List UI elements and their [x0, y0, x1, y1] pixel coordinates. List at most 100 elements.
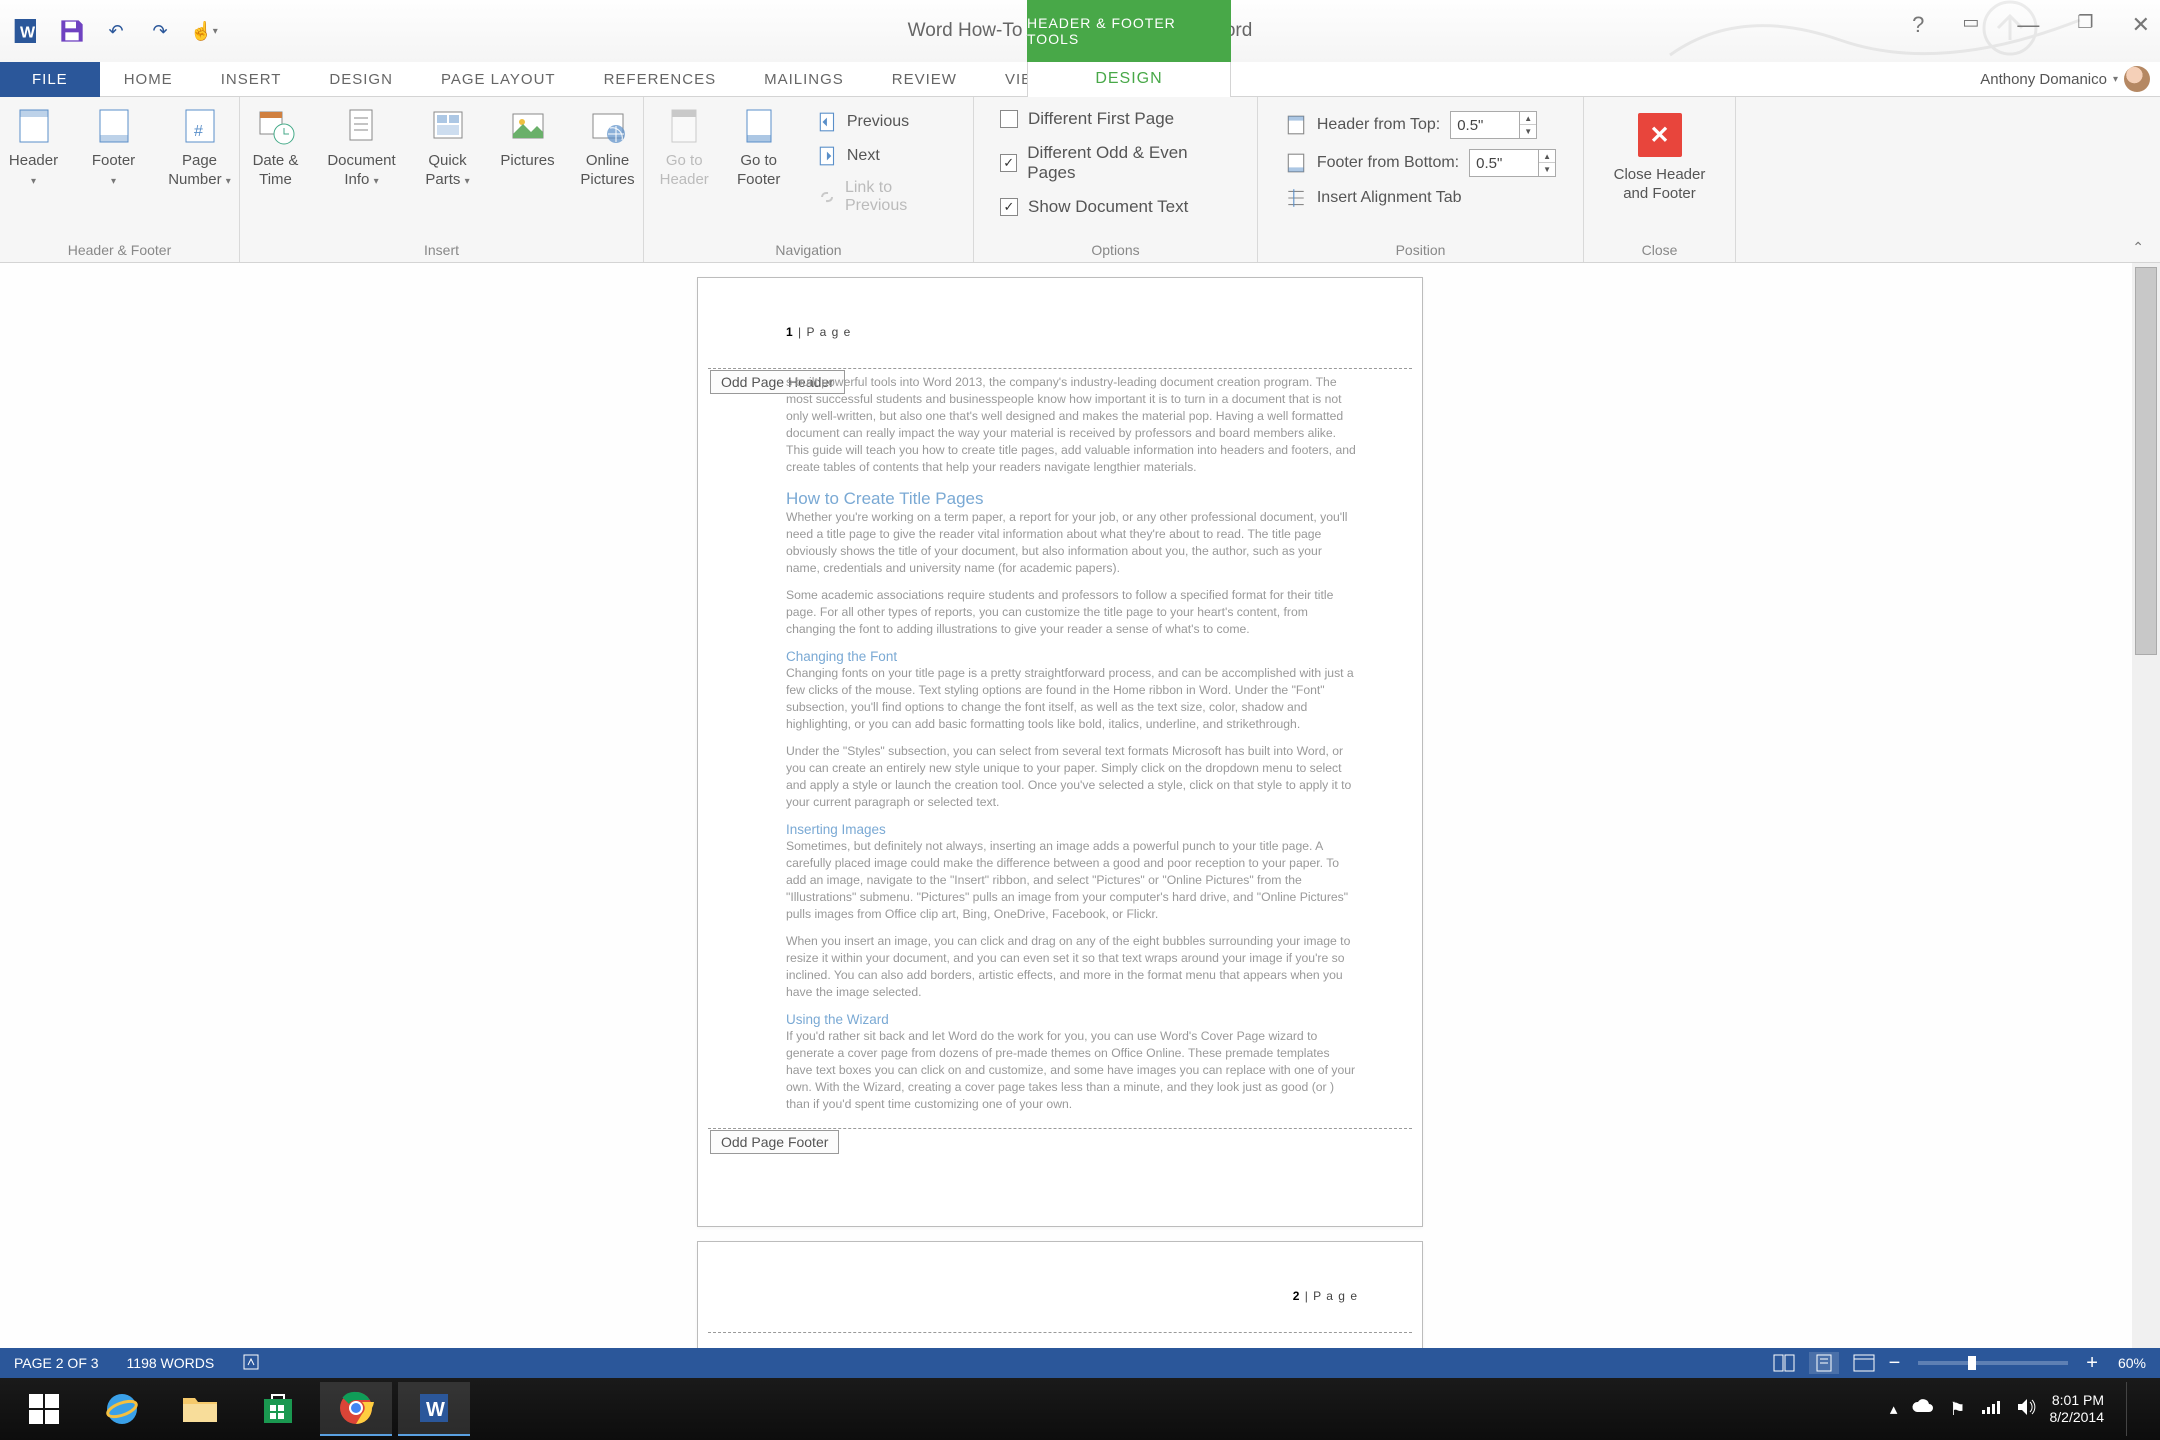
- scrollbar-thumb[interactable]: [2135, 267, 2157, 655]
- header-from-top-input[interactable]: ▲▼: [1450, 111, 1537, 139]
- group-label-close: Close: [1642, 242, 1678, 258]
- different-first-page-checkbox[interactable]: Different First Page: [1000, 109, 1231, 129]
- spin-down-icon[interactable]: ▼: [1520, 125, 1536, 138]
- chrome-icon[interactable]: [320, 1382, 392, 1436]
- tray-up-icon[interactable]: ▴: [1890, 1400, 1898, 1418]
- file-explorer-icon[interactable]: [164, 1382, 236, 1436]
- ie-icon[interactable]: [86, 1382, 158, 1436]
- alignment-tab-icon: [1285, 187, 1307, 209]
- quick-parts-button[interactable]: Quick Parts ▾: [413, 103, 483, 191]
- spin-down-icon[interactable]: ▼: [1539, 163, 1555, 176]
- touch-mode-icon[interactable]: ☝▾: [188, 15, 220, 47]
- group-label-header-footer: Header & Footer: [68, 242, 172, 258]
- svg-text:#: #: [194, 123, 203, 140]
- page-status[interactable]: PAGE 2 OF 3: [14, 1355, 99, 1371]
- user-name: Anthony Domanico: [1980, 71, 2107, 88]
- print-layout-icon[interactable]: [1809, 1352, 1839, 1374]
- document-body: s built powerful tools into Word 2013, t…: [786, 374, 1358, 1123]
- footer-from-bottom-label: Footer from Bottom:: [1317, 154, 1459, 172]
- tab-design[interactable]: DESIGN: [305, 62, 417, 97]
- next-button[interactable]: Next: [815, 141, 951, 171]
- status-bar: PAGE 2 OF 3 1198 WORDS − + 60%: [0, 1348, 2160, 1378]
- close-icon[interactable]: ✕: [2132, 12, 2150, 38]
- document-page-1[interactable]: 1 | P a g e Odd Page Header s built powe…: [697, 277, 1423, 1227]
- read-mode-icon[interactable]: [1769, 1352, 1799, 1374]
- header-button[interactable]: Header▾: [0, 103, 69, 191]
- show-desktop-button[interactable]: [2126, 1382, 2138, 1436]
- zoom-level[interactable]: 60%: [2118, 1355, 2146, 1371]
- macro-icon[interactable]: [242, 1353, 260, 1374]
- collapse-ribbon-icon[interactable]: ⌃: [2132, 239, 2144, 256]
- tab-insert[interactable]: INSERT: [197, 62, 306, 97]
- goto-header-button: Go to Header: [652, 103, 716, 219]
- windows-taskbar: W ▴ ⚑ 8:01 PM8/2/2014: [0, 1378, 2160, 1440]
- show-document-text-checkbox[interactable]: ✓Show Document Text: [1000, 197, 1231, 217]
- close-header-footer-button[interactable]: ✕ Close Header and Footer: [1592, 103, 1727, 203]
- save-icon[interactable]: [56, 15, 88, 47]
- onedrive-icon[interactable]: [1911, 1398, 1935, 1420]
- document-info-button[interactable]: Document Info ▾: [321, 103, 403, 191]
- context-tab-header-footer-tools: HEADER & FOOTER TOOLS: [1027, 0, 1231, 62]
- tab-page-layout[interactable]: PAGE LAYOUT: [417, 62, 580, 97]
- insert-alignment-tab-button[interactable]: Insert Alignment Tab: [1285, 187, 1556, 209]
- group-label-position: Position: [1396, 242, 1446, 258]
- group-label-navigation: Navigation: [775, 242, 841, 258]
- checkbox-icon: ✓: [1000, 154, 1017, 172]
- checkbox-icon: [1000, 110, 1018, 128]
- title-bar: W ↶ ↷ ☝▾ Word How-To Article August 2014…: [0, 0, 2160, 62]
- footer-button[interactable]: Footer▾: [79, 103, 149, 191]
- user-account[interactable]: Anthony Domanico▾: [1980, 62, 2150, 97]
- footer-from-bottom-input[interactable]: ▲▼: [1469, 149, 1556, 177]
- wifi-icon[interactable]: [1980, 1398, 2002, 1420]
- ribbon-tabs: FILE HOME INSERT DESIGN PAGE LAYOUT REFE…: [0, 62, 2160, 97]
- minimize-icon[interactable]: —: [2017, 12, 2039, 38]
- word-app-icon: W: [12, 15, 44, 47]
- link-to-previous-button: Link to Previous: [815, 175, 951, 219]
- pictures-button[interactable]: Pictures: [493, 103, 563, 191]
- word-taskbar-icon[interactable]: W: [398, 1382, 470, 1436]
- word-count[interactable]: 1198 WORDS: [127, 1355, 215, 1371]
- date-time-button[interactable]: Date & Time: [241, 103, 311, 191]
- help-icon[interactable]: ?: [1912, 12, 1924, 38]
- redo-icon[interactable]: ↷: [144, 15, 176, 47]
- volume-icon[interactable]: [2016, 1398, 2036, 1420]
- zoom-in-icon[interactable]: +: [2086, 1352, 2098, 1375]
- zoom-out-icon[interactable]: −: [1889, 1352, 1901, 1375]
- start-button[interactable]: [8, 1382, 80, 1436]
- ribbon: Header▾ Footer▾ #Page Number ▾ Header & …: [0, 97, 2160, 263]
- undo-icon[interactable]: ↶: [100, 15, 132, 47]
- avatar: [2124, 66, 2150, 92]
- document-area: 1 | P a g e Odd Page Header s built powe…: [0, 263, 2160, 1378]
- tab-references[interactable]: REFERENCES: [580, 62, 741, 97]
- tab-review[interactable]: REVIEW: [868, 62, 981, 97]
- previous-button[interactable]: Previous: [815, 107, 951, 137]
- svg-text:W: W: [426, 1399, 445, 1421]
- tab-home[interactable]: HOME: [100, 62, 197, 97]
- online-pictures-button[interactable]: Online Pictures: [573, 103, 643, 191]
- page-number-header: 2 | P a g e: [1293, 1289, 1358, 1303]
- store-icon[interactable]: [242, 1382, 314, 1436]
- spin-up-icon[interactable]: ▲: [1520, 112, 1536, 125]
- header-from-top-label: Header from Top:: [1317, 116, 1440, 134]
- tab-mailings[interactable]: MAILINGS: [740, 62, 868, 97]
- spin-up-icon[interactable]: ▲: [1539, 150, 1555, 163]
- header-top-icon: [1285, 114, 1307, 136]
- group-label-insert: Insert: [424, 242, 459, 258]
- page-number-header: 1 | P a g e: [786, 325, 851, 339]
- different-odd-even-checkbox[interactable]: ✓Different Odd & Even Pages: [1000, 143, 1231, 183]
- tab-design-context[interactable]: DESIGN: [1095, 70, 1162, 88]
- footer-bottom-icon: [1285, 152, 1307, 174]
- zoom-slider[interactable]: [1918, 1361, 2068, 1365]
- goto-footer-button[interactable]: Go to Footer: [726, 103, 790, 219]
- vertical-scrollbar[interactable]: ▲ ▼: [2132, 263, 2160, 1378]
- clock[interactable]: 8:01 PM8/2/2014: [2050, 1392, 2105, 1426]
- flag-icon[interactable]: ⚑: [1949, 1399, 1965, 1420]
- maximize-icon[interactable]: ❐: [2077, 12, 2093, 38]
- page-number-button[interactable]: #Page Number ▾: [159, 103, 241, 191]
- tab-file[interactable]: FILE: [0, 62, 100, 97]
- checkbox-icon: ✓: [1000, 198, 1018, 216]
- svg-text:W: W: [20, 25, 36, 42]
- ribbon-display-icon[interactable]: ▭: [1962, 12, 1979, 38]
- web-layout-icon[interactable]: [1849, 1352, 1879, 1374]
- group-label-options: Options: [1091, 242, 1139, 258]
